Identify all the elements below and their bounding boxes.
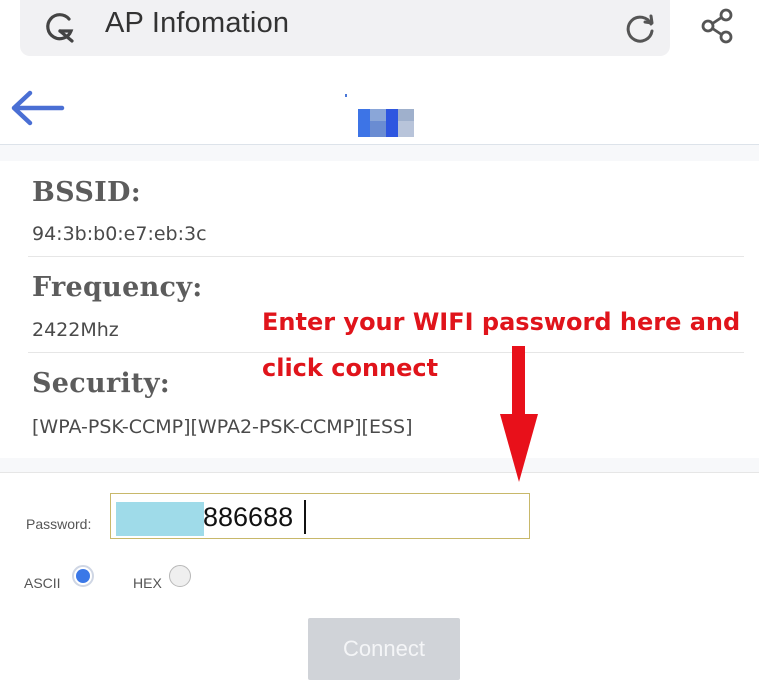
annotation-line-2: click connect — [262, 354, 439, 382]
share-icon[interactable] — [696, 4, 740, 48]
ssid-redacted-block — [345, 94, 414, 137]
password-input[interactable]: 886688 — [110, 493, 530, 539]
security-label: Security: — [32, 368, 171, 399]
ascii-label: ASCII — [24, 575, 61, 591]
password-redacted-block — [116, 502, 204, 536]
frequency-label: Frequency: — [32, 272, 203, 303]
hex-label: HEX — [133, 575, 162, 591]
red-arrow-down-icon — [500, 346, 538, 482]
security-value: [WPA-PSK-CCMP][WPA2-PSK-CCMP][ESS] — [32, 416, 413, 438]
reload-icon[interactable] — [620, 8, 660, 48]
hex-radio[interactable] — [169, 565, 191, 587]
annotation-line-1: Enter your WIFI password here and — [262, 308, 741, 336]
top-bar: AP Infomation — [0, 0, 759, 72]
password-label: Password: — [26, 516, 92, 532]
frequency-row: Frequency: 2422Mhz — [28, 256, 744, 353]
bssid-value: 94:3b:b0:e7:eb:3c — [32, 223, 207, 245]
text-caret — [304, 500, 306, 534]
connect-button[interactable]: Connect — [308, 618, 460, 680]
arrow-left-icon[interactable] — [6, 86, 68, 130]
section-spacer — [0, 145, 759, 161]
section-spacer-bottom — [0, 458, 759, 473]
frequency-value: 2422Mhz — [32, 319, 119, 341]
bssid-label: BSSID: — [32, 177, 142, 208]
g-icon[interactable] — [40, 8, 80, 48]
password-value: 886688 — [203, 502, 294, 532]
page-title: AP Infomation — [105, 7, 290, 39]
bssid-row: BSSID: 94:3b:b0:e7:eb:3c — [28, 161, 744, 257]
ascii-radio[interactable] — [72, 565, 94, 587]
nav-bar — [0, 72, 759, 145]
